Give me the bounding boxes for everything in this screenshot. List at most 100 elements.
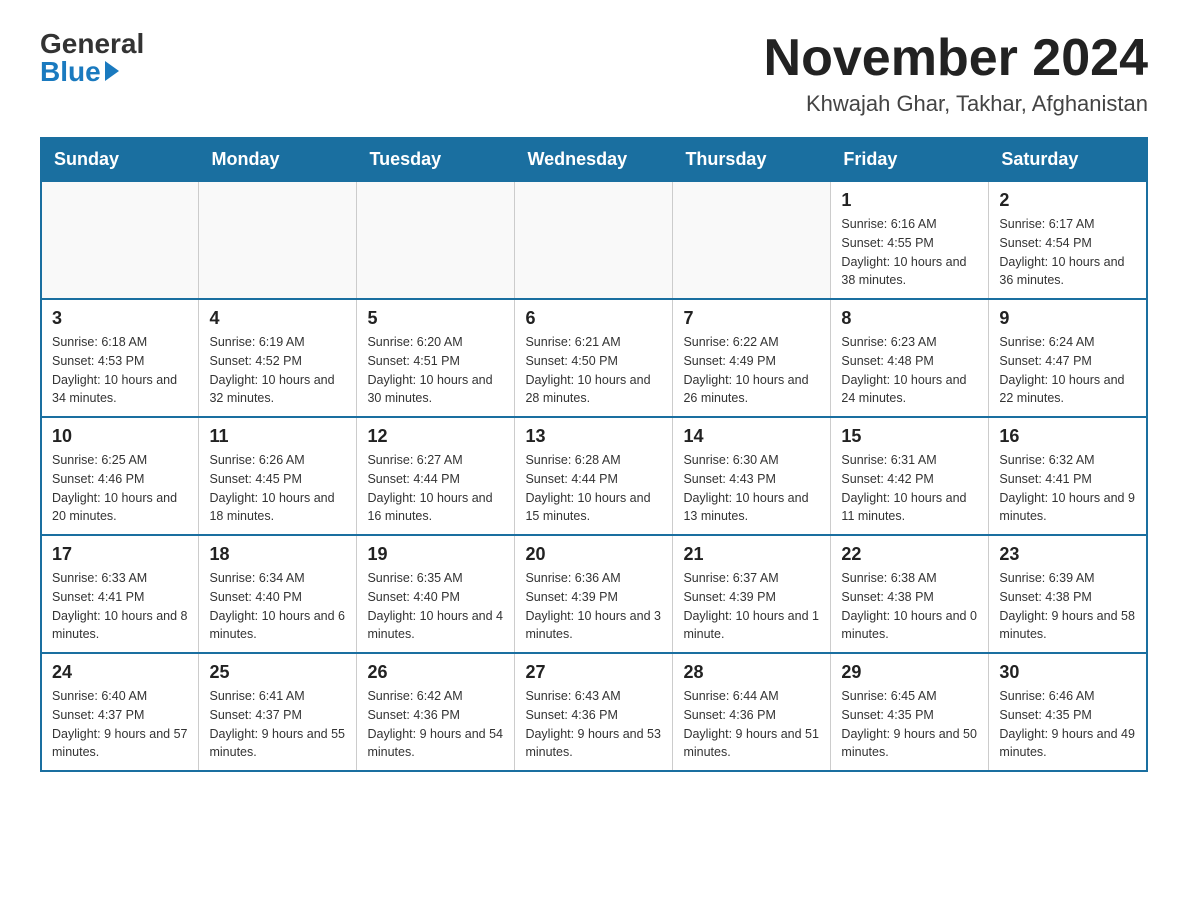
calendar-week-row: 10 Sunrise: 6:25 AMSunset: 4:46 PMDayligh… [41, 417, 1147, 535]
day-info: Sunrise: 6:43 AMSunset: 4:36 PMDaylight:… [525, 687, 662, 762]
calendar-cell: 11 Sunrise: 6:26 AMSunset: 4:45 PMDayligh… [199, 417, 357, 535]
day-number: 2 [999, 190, 1136, 211]
weekday-header-monday: Monday [199, 138, 357, 181]
day-info: Sunrise: 6:18 AMSunset: 4:53 PMDaylight:… [52, 333, 188, 408]
day-info: Sunrise: 6:25 AMSunset: 4:46 PMDaylight:… [52, 451, 188, 526]
logo-blue-text: Blue [40, 58, 119, 86]
day-info: Sunrise: 6:19 AMSunset: 4:52 PMDaylight:… [209, 333, 346, 408]
day-number: 16 [999, 426, 1136, 447]
logo-triangle-icon [105, 61, 119, 81]
calendar-cell: 9Sunrise: 6:24 AMSunset: 4:47 PMDaylight… [989, 299, 1147, 417]
day-number: 26 [367, 662, 504, 683]
day-number: 1 [841, 190, 978, 211]
page-header: General Blue November 2024 Khwajah Ghar,… [40, 30, 1148, 117]
day-number: 10 [52, 426, 188, 447]
day-info: Sunrise: 6:20 AMSunset: 4:51 PMDaylight:… [367, 333, 504, 408]
day-number: 25 [209, 662, 346, 683]
weekday-header-wednesday: Wednesday [515, 138, 673, 181]
calendar-body: 1Sunrise: 6:16 AMSunset: 4:55 PMDaylight… [41, 181, 1147, 771]
day-number: 12 [367, 426, 504, 447]
day-number: 13 [525, 426, 662, 447]
calendar-cell: 7 Sunrise: 6:22 AMSunset: 4:49 PMDaylight… [673, 299, 831, 417]
calendar-cell: 21 Sunrise: 6:37 AMSunset: 4:39 PMDayligh… [673, 535, 831, 653]
day-number: 15 [841, 426, 978, 447]
day-number: 5 [367, 308, 504, 329]
calendar-cell: 15 Sunrise: 6:31 AMSunset: 4:42 PMDayligh… [831, 417, 989, 535]
day-number: 30 [999, 662, 1136, 683]
calendar-week-row: 17 Sunrise: 6:33 AMSunset: 4:41 PMDayligh… [41, 535, 1147, 653]
calendar-cell: 5 Sunrise: 6:20 AMSunset: 4:51 PMDaylight… [357, 299, 515, 417]
calendar-cell: 22Sunrise: 6:38 AMSunset: 4:38 PMDayligh… [831, 535, 989, 653]
day-number: 28 [683, 662, 820, 683]
day-info: Sunrise: 6:33 AMSunset: 4:41 PMDaylight:… [52, 569, 188, 644]
logo-general-text: General [40, 30, 144, 58]
calendar-cell: 12 Sunrise: 6:27 AMSunset: 4:44 PMDayligh… [357, 417, 515, 535]
calendar-table: SundayMondayTuesdayWednesdayThursdayFrid… [40, 137, 1148, 772]
day-number: 19 [367, 544, 504, 565]
calendar-cell: 17 Sunrise: 6:33 AMSunset: 4:41 PMDayligh… [41, 535, 199, 653]
calendar-cell: 16 Sunrise: 6:32 AMSunset: 4:41 PMDayligh… [989, 417, 1147, 535]
calendar-cell [357, 181, 515, 299]
weekday-header-friday: Friday [831, 138, 989, 181]
day-number: 4 [209, 308, 346, 329]
calendar-cell: 25 Sunrise: 6:41 AMSunset: 4:37 PMDayligh… [199, 653, 357, 771]
day-number: 24 [52, 662, 188, 683]
calendar-header: SundayMondayTuesdayWednesdayThursdayFrid… [41, 138, 1147, 181]
day-info: Sunrise: 6:34 AMSunset: 4:40 PMDaylight:… [209, 569, 346, 644]
calendar-week-row: 1Sunrise: 6:16 AMSunset: 4:55 PMDaylight… [41, 181, 1147, 299]
calendar-cell: 6Sunrise: 6:21 AMSunset: 4:50 PMDaylight… [515, 299, 673, 417]
day-number: 3 [52, 308, 188, 329]
day-info: Sunrise: 6:41 AMSunset: 4:37 PMDaylight:… [209, 687, 346, 762]
day-number: 22 [841, 544, 978, 565]
day-number: 11 [209, 426, 346, 447]
weekday-header-thursday: Thursday [673, 138, 831, 181]
day-info: Sunrise: 6:23 AMSunset: 4:48 PMDaylight:… [841, 333, 978, 408]
day-info: Sunrise: 6:30 AMSunset: 4:43 PMDaylight:… [683, 451, 820, 526]
day-info: Sunrise: 6:31 AMSunset: 4:42 PMDaylight:… [841, 451, 978, 526]
day-info: Sunrise: 6:32 AMSunset: 4:41 PMDaylight:… [999, 451, 1136, 526]
day-number: 27 [525, 662, 662, 683]
day-number: 14 [683, 426, 820, 447]
weekday-header-saturday: Saturday [989, 138, 1147, 181]
calendar-cell: 10 Sunrise: 6:25 AMSunset: 4:46 PMDayligh… [41, 417, 199, 535]
weekday-header-tuesday: Tuesday [357, 138, 515, 181]
day-number: 20 [525, 544, 662, 565]
month-title: November 2024 [764, 30, 1148, 87]
weekday-header-sunday: Sunday [41, 138, 199, 181]
day-info: Sunrise: 6:22 AMSunset: 4:49 PMDaylight:… [683, 333, 820, 408]
calendar-cell [41, 181, 199, 299]
calendar-cell: 2Sunrise: 6:17 AMSunset: 4:54 PMDaylight… [989, 181, 1147, 299]
calendar-cell: 19Sunrise: 6:35 AMSunset: 4:40 PMDayligh… [357, 535, 515, 653]
calendar-week-row: 24 Sunrise: 6:40 AMSunset: 4:37 PMDayligh… [41, 653, 1147, 771]
day-number: 21 [683, 544, 820, 565]
day-number: 29 [841, 662, 978, 683]
calendar-cell: 13 Sunrise: 6:28 AMSunset: 4:44 PMDayligh… [515, 417, 673, 535]
day-number: 9 [999, 308, 1136, 329]
calendar-cell [199, 181, 357, 299]
day-info: Sunrise: 6:37 AMSunset: 4:39 PMDaylight:… [683, 569, 820, 644]
day-number: 7 [683, 308, 820, 329]
calendar-cell: 14 Sunrise: 6:30 AMSunset: 4:43 PMDayligh… [673, 417, 831, 535]
day-number: 6 [525, 308, 662, 329]
calendar-cell: 18 Sunrise: 6:34 AMSunset: 4:40 PMDayligh… [199, 535, 357, 653]
day-number: 17 [52, 544, 188, 565]
calendar-cell: 24 Sunrise: 6:40 AMSunset: 4:37 PMDayligh… [41, 653, 199, 771]
day-info: Sunrise: 6:27 AMSunset: 4:44 PMDaylight:… [367, 451, 504, 526]
calendar-cell: 1Sunrise: 6:16 AMSunset: 4:55 PMDaylight… [831, 181, 989, 299]
calendar-cell: 8 Sunrise: 6:23 AMSunset: 4:48 PMDaylight… [831, 299, 989, 417]
calendar-cell: 27 Sunrise: 6:43 AMSunset: 4:36 PMDayligh… [515, 653, 673, 771]
calendar-cell [673, 181, 831, 299]
calendar-week-row: 3 Sunrise: 6:18 AMSunset: 4:53 PMDaylight… [41, 299, 1147, 417]
calendar-cell: 29Sunrise: 6:45 AMSunset: 4:35 PMDayligh… [831, 653, 989, 771]
day-info: Sunrise: 6:28 AMSunset: 4:44 PMDaylight:… [525, 451, 662, 526]
day-number: 18 [209, 544, 346, 565]
day-number: 8 [841, 308, 978, 329]
calendar-cell: 4 Sunrise: 6:19 AMSunset: 4:52 PMDaylight… [199, 299, 357, 417]
day-number: 23 [999, 544, 1136, 565]
day-info: Sunrise: 6:26 AMSunset: 4:45 PMDaylight:… [209, 451, 346, 526]
day-info: Sunrise: 6:36 AMSunset: 4:39 PMDaylight:… [525, 569, 662, 644]
calendar-cell [515, 181, 673, 299]
calendar-cell: 26Sunrise: 6:42 AMSunset: 4:36 PMDayligh… [357, 653, 515, 771]
calendar-cell: 30Sunrise: 6:46 AMSunset: 4:35 PMDayligh… [989, 653, 1147, 771]
day-info: Sunrise: 6:40 AMSunset: 4:37 PMDaylight:… [52, 687, 188, 762]
